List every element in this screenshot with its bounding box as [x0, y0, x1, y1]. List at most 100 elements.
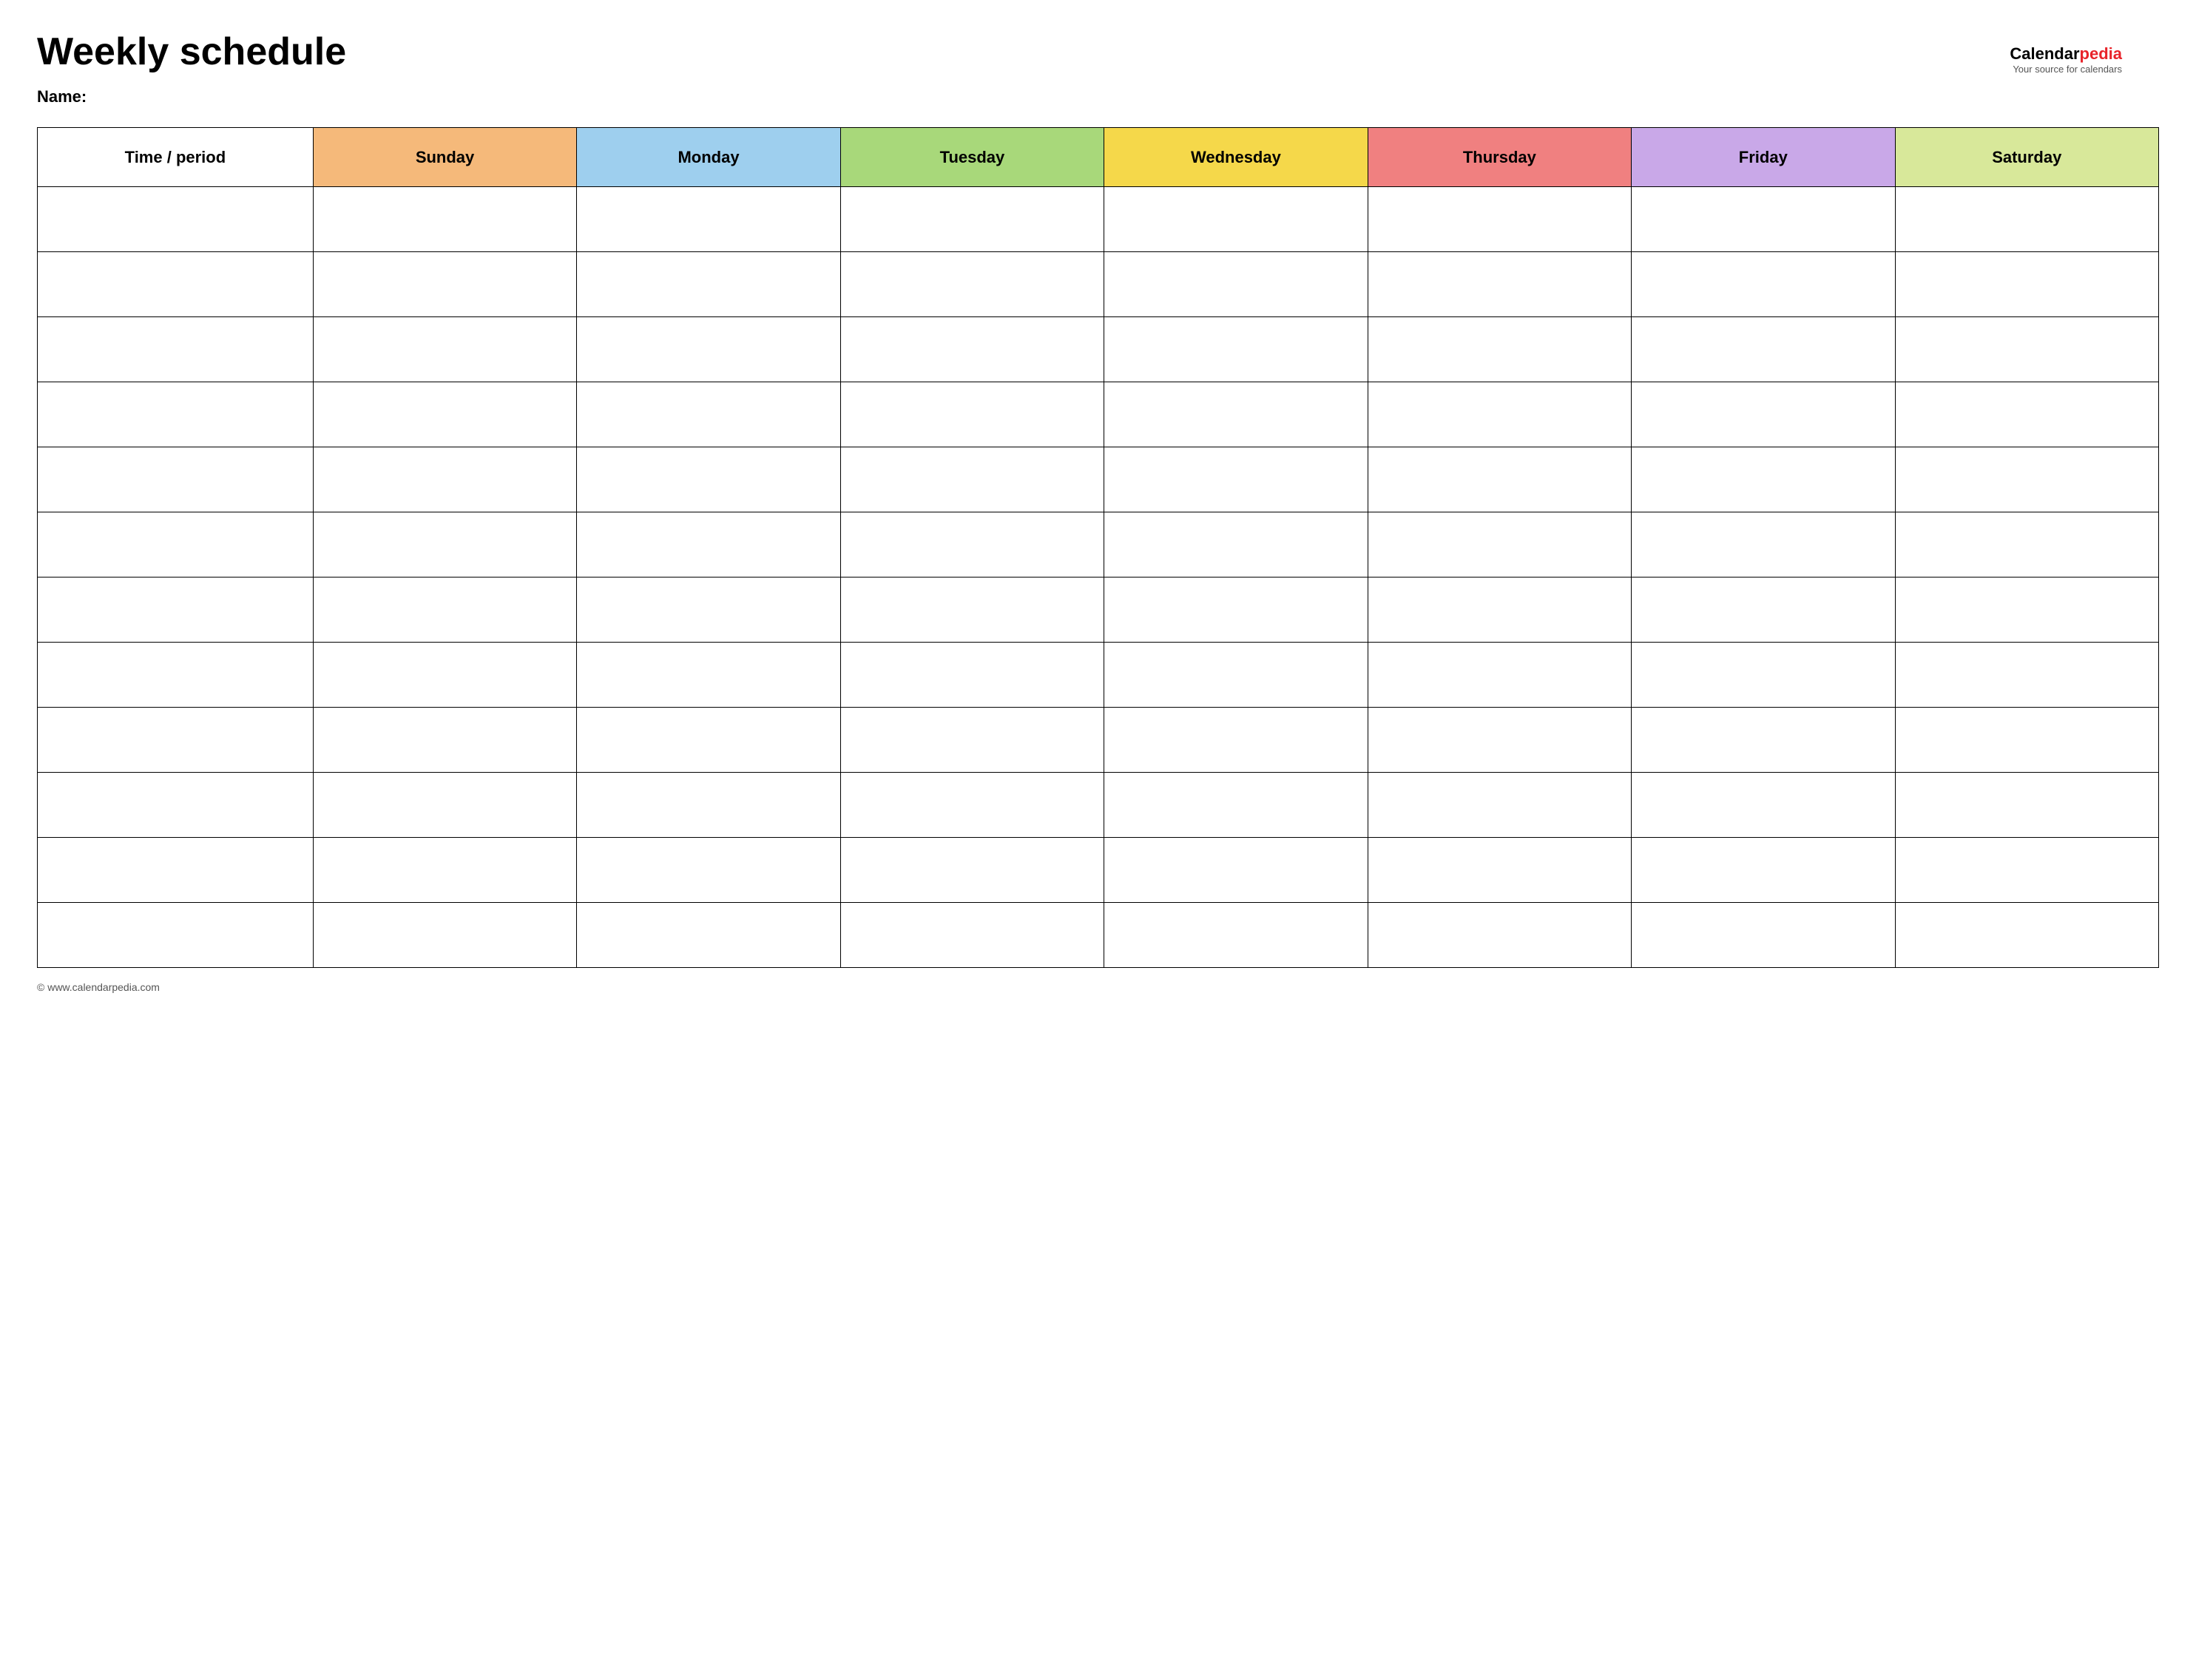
- schedule-cell[interactable]: [1895, 252, 2158, 317]
- schedule-cell[interactable]: [313, 317, 576, 382]
- schedule-cell[interactable]: [313, 838, 576, 903]
- schedule-cell[interactable]: [577, 512, 840, 578]
- schedule-cell[interactable]: [840, 447, 1104, 512]
- schedule-cell[interactable]: [1895, 838, 2158, 903]
- schedule-cell[interactable]: [1368, 643, 1631, 708]
- time-cell: [38, 317, 314, 382]
- header-tuesday: Tuesday: [840, 128, 1104, 187]
- schedule-cell[interactable]: [577, 252, 840, 317]
- schedule-cell[interactable]: [313, 187, 576, 252]
- schedule-cell[interactable]: [1104, 252, 1368, 317]
- schedule-cell[interactable]: [1368, 252, 1631, 317]
- schedule-cell[interactable]: [577, 317, 840, 382]
- schedule-cell[interactable]: [1104, 187, 1368, 252]
- schedule-cell[interactable]: [1368, 447, 1631, 512]
- schedule-cell[interactable]: [840, 773, 1104, 838]
- schedule-cell[interactable]: [1368, 903, 1631, 968]
- header-friday: Friday: [1632, 128, 1895, 187]
- schedule-cell[interactable]: [1368, 838, 1631, 903]
- schedule-cell[interactable]: [1632, 317, 1895, 382]
- time-cell: [38, 252, 314, 317]
- schedule-cell[interactable]: [840, 382, 1104, 447]
- schedule-cell[interactable]: [1368, 187, 1631, 252]
- schedule-cell[interactable]: [1895, 708, 2158, 773]
- schedule-cell[interactable]: [577, 708, 840, 773]
- schedule-cell[interactable]: [1895, 447, 2158, 512]
- schedule-cell[interactable]: [577, 382, 840, 447]
- schedule-cell[interactable]: [1632, 708, 1895, 773]
- schedule-cell[interactable]: [577, 838, 840, 903]
- schedule-cell[interactable]: [313, 382, 576, 447]
- schedule-cell[interactable]: [840, 187, 1104, 252]
- schedule-cell[interactable]: [1632, 838, 1895, 903]
- time-cell: [38, 187, 314, 252]
- schedule-cell[interactable]: [1104, 382, 1368, 447]
- schedule-cell[interactable]: [1104, 643, 1368, 708]
- schedule-cell[interactable]: [1104, 773, 1368, 838]
- schedule-cell[interactable]: [1632, 903, 1895, 968]
- schedule-cell[interactable]: [313, 643, 576, 708]
- schedule-cell[interactable]: [840, 643, 1104, 708]
- time-cell: [38, 512, 314, 578]
- schedule-cell[interactable]: [577, 447, 840, 512]
- time-cell: [38, 903, 314, 968]
- header-sunday: Sunday: [313, 128, 576, 187]
- schedule-cell[interactable]: [1368, 512, 1631, 578]
- schedule-cell[interactable]: [840, 578, 1104, 643]
- schedule-cell[interactable]: [313, 512, 576, 578]
- schedule-cell[interactable]: [1368, 578, 1631, 643]
- header-saturday: Saturday: [1895, 128, 2158, 187]
- schedule-cell[interactable]: [1632, 773, 1895, 838]
- time-cell: [38, 382, 314, 447]
- logo-area: Calendarpedia Your source for calendars: [2010, 44, 2122, 75]
- logo-brand: Calendarpedia: [2010, 44, 2122, 64]
- schedule-cell[interactable]: [1895, 643, 2158, 708]
- schedule-cell[interactable]: [1104, 838, 1368, 903]
- schedule-cell[interactable]: [1632, 187, 1895, 252]
- schedule-cell[interactable]: [840, 708, 1104, 773]
- schedule-cell[interactable]: [1368, 382, 1631, 447]
- schedule-cell[interactable]: [840, 317, 1104, 382]
- schedule-cell[interactable]: [1368, 708, 1631, 773]
- schedule-cell[interactable]: [1368, 317, 1631, 382]
- schedule-cell[interactable]: [1895, 382, 2158, 447]
- schedule-cell[interactable]: [1632, 252, 1895, 317]
- schedule-cell[interactable]: [1632, 643, 1895, 708]
- schedule-cell[interactable]: [577, 578, 840, 643]
- schedule-cell[interactable]: [1104, 903, 1368, 968]
- schedule-cell[interactable]: [1632, 578, 1895, 643]
- schedule-cell[interactable]: [577, 903, 840, 968]
- schedule-cell[interactable]: [840, 252, 1104, 317]
- schedule-cell[interactable]: [1895, 903, 2158, 968]
- schedule-cell[interactable]: [840, 838, 1104, 903]
- schedule-cell[interactable]: [1104, 578, 1368, 643]
- schedule-cell[interactable]: [313, 447, 576, 512]
- schedule-cell[interactable]: [840, 512, 1104, 578]
- schedule-cell[interactable]: [313, 773, 576, 838]
- schedule-table: Time / period Sunday Monday Tuesday Wedn…: [37, 127, 2159, 968]
- schedule-cell[interactable]: [1104, 708, 1368, 773]
- time-cell: [38, 773, 314, 838]
- schedule-cell[interactable]: [1895, 578, 2158, 643]
- schedule-cell[interactable]: [1632, 382, 1895, 447]
- schedule-cell[interactable]: [1895, 512, 2158, 578]
- footer-copyright: © www.calendarpedia.com: [37, 981, 2159, 993]
- schedule-cell[interactable]: [1632, 447, 1895, 512]
- schedule-cell[interactable]: [1104, 447, 1368, 512]
- schedule-cell[interactable]: [840, 903, 1104, 968]
- schedule-cell[interactable]: [577, 643, 840, 708]
- schedule-cell[interactable]: [313, 708, 576, 773]
- schedule-cell[interactable]: [577, 773, 840, 838]
- schedule-cell[interactable]: [313, 578, 576, 643]
- schedule-cell[interactable]: [1895, 187, 2158, 252]
- schedule-cell[interactable]: [1368, 773, 1631, 838]
- schedule-cell[interactable]: [1104, 512, 1368, 578]
- schedule-cell[interactable]: [1895, 317, 2158, 382]
- logo-part2: pedia: [2080, 44, 2122, 63]
- schedule-cell[interactable]: [1632, 512, 1895, 578]
- schedule-cell[interactable]: [1104, 317, 1368, 382]
- schedule-cell[interactable]: [313, 903, 576, 968]
- schedule-cell[interactable]: [1895, 773, 2158, 838]
- schedule-cell[interactable]: [577, 187, 840, 252]
- schedule-cell[interactable]: [313, 252, 576, 317]
